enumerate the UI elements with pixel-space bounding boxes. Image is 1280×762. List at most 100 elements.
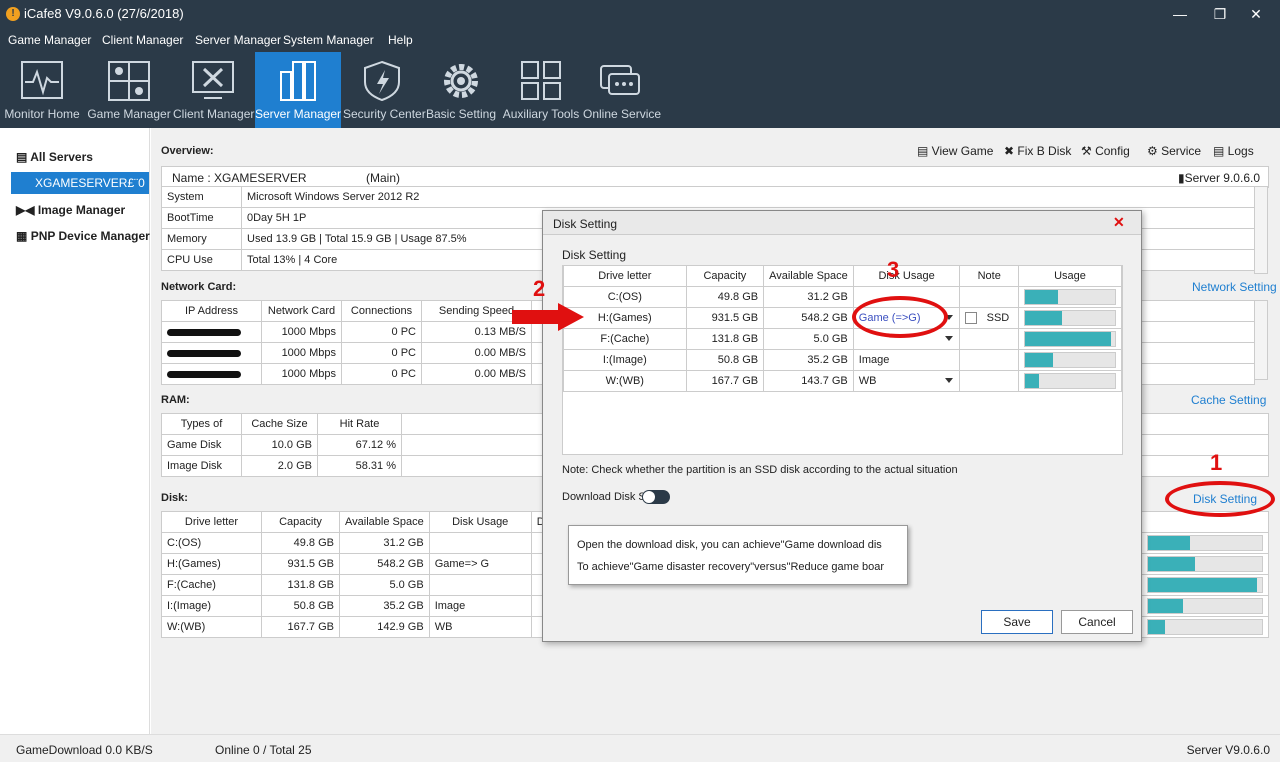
download-disk-toggle[interactable] (642, 490, 670, 504)
sidebar-item-pnp-manager[interactable]: ▦ PNP Device Manager (16, 229, 150, 243)
chevron-down-icon (945, 378, 954, 383)
usage-bar (1024, 331, 1116, 347)
ram-title: RAM: (161, 394, 190, 406)
service-button[interactable]: ⚙ Service (1147, 144, 1201, 158)
disk-usage-cell[interactable]: Image (852, 349, 961, 371)
usage-fill (1147, 620, 1165, 634)
usage-bar (1024, 310, 1116, 326)
network-scrollbar[interactable] (1254, 300, 1268, 380)
checkbox-icon (965, 312, 978, 325)
server-name-row: Name : XGAMESERVER (Main) ▮Server 9.0.6.… (161, 166, 1269, 188)
menu-help[interactable]: Help (388, 33, 413, 47)
tooltip-line: Open the download disk, you can achieve"… (577, 539, 882, 551)
annotation-arrow-icon (512, 303, 584, 331)
menu-system-manager[interactable]: System Manager (283, 33, 374, 47)
cancel-button[interactable]: Cancel (1061, 610, 1133, 634)
cache-setting-link[interactable]: Cache Setting (1191, 393, 1266, 407)
menu-bar: Game Manager Client Manager Server Manag… (0, 28, 1280, 52)
logs-button[interactable]: ▤ Logs (1213, 144, 1254, 158)
gear-icon (444, 64, 478, 98)
network-setting-link[interactable]: Network Setting (1192, 280, 1277, 294)
redacted-ip (167, 328, 241, 336)
fix-b-disk-button[interactable]: ✖ Fix B Disk (1004, 144, 1071, 158)
annotation-number-3: 3 (887, 257, 900, 282)
dialog-title: Disk Setting (553, 217, 618, 231)
view-game-button[interactable]: ▤ View Game (917, 144, 993, 158)
annotation-ellipse (852, 296, 948, 338)
toolbar-online-service[interactable]: Online Service (583, 52, 661, 128)
server-icon (280, 61, 316, 101)
overview-title: Overview: (161, 145, 214, 157)
usage-fill (1025, 290, 1059, 304)
server-version-status: Server V9.0.6.0 (1186, 743, 1270, 757)
toolbar-auxiliary-tools[interactable]: Auxiliary Tools (501, 52, 581, 128)
table-row: F:(Cache) 131.8 GB 5.0 GB (563, 328, 1122, 350)
window-title: iCafe8 V9.0.6.0 (27/6/2018) (24, 6, 184, 21)
image-manager-icon: ▶◀ (16, 203, 35, 217)
table-row: C:(OS) 49.8 GB 31.2 GB (563, 286, 1122, 308)
config-button[interactable]: ⚒ Config (1081, 144, 1130, 158)
chevron-down-icon (945, 336, 954, 341)
usage-bar (1024, 373, 1116, 389)
usage-fill (1025, 353, 1053, 367)
title-bar: ! iCafe8 V9.0.6.0 (27/6/2018) — ❐ ✕ (0, 0, 1280, 28)
usage-fill (1147, 557, 1195, 571)
sidebar-item-server-node[interactable]: XGAMESERVER£¨0 (11, 172, 149, 194)
status-bar: GameDownload 0.0 KB/S Online 0 / Total 2… (0, 734, 1280, 762)
online-count: Online 0 / Total 25 (215, 743, 312, 757)
toolbar-client-manager[interactable]: Client Manager (173, 52, 254, 128)
table-row: H:(Games) 931.5 GB 548.2 GB Game (=>G) SSD (563, 307, 1122, 329)
usage-bar (1146, 619, 1263, 635)
overview-scrollbar[interactable] (1254, 186, 1268, 274)
download-speed: GameDownload 0.0 KB/S (16, 743, 153, 757)
redacted-ip (167, 370, 241, 378)
sidebar: ▤ All Servers XGAMESERVER£¨0 ▶◀ Image Ma… (0, 128, 150, 734)
dialog-disk-table: Drive letter Capacity Available Space Di… (563, 265, 1122, 392)
usage-fill (1147, 599, 1184, 613)
toolbar-game-manager[interactable]: Game Manager (87, 52, 171, 128)
table-row: W:(WB) 167.7 GB 143.7 GB WB (563, 370, 1122, 392)
disk-usage-dropdown[interactable]: WB (852, 370, 961, 392)
toolbar-security-center[interactable]: Security Center (343, 52, 426, 128)
save-button[interactable]: Save (981, 610, 1053, 634)
dialog-title-bar: Disk Setting ✕ (543, 211, 1141, 235)
dialog-close-icon[interactable]: ✕ (1113, 214, 1125, 231)
tooltip-line: To achieve"Game disaster recovery"versus… (577, 561, 885, 573)
annotation-number-1: 1 (1210, 450, 1223, 475)
menu-game-manager[interactable]: Game Manager (8, 33, 91, 47)
redacted-ip (167, 349, 241, 357)
usage-bar (1146, 535, 1263, 551)
sidebar-item-all-servers[interactable]: ▤ All Servers (16, 150, 93, 164)
sidebar-item-image-manager[interactable]: ▶◀ Image Manager (16, 203, 125, 217)
annotation-ellipse (1165, 481, 1275, 517)
table-row: System Microsoft Windows Server 2012 R2 (161, 186, 1255, 208)
ssd-checkbox[interactable]: SSD (959, 307, 1019, 329)
network-title: Network Card: (161, 281, 237, 293)
shield-icon (364, 60, 400, 102)
usage-fill (1025, 374, 1039, 388)
pnp-device-icon: ▦ (16, 229, 28, 243)
download-disk-tooltip: Open the download disk, you can achieve"… (568, 525, 908, 585)
download-disk-label: Download Disk S (562, 491, 646, 503)
restore-button[interactable]: ❐ (1200, 2, 1240, 26)
ssd-note: Note: Check whether the partition is an … (562, 464, 958, 476)
close-button[interactable]: ✕ (1236, 2, 1276, 26)
menu-server-manager[interactable]: Server Manager (195, 33, 281, 47)
usage-fill (1025, 332, 1112, 346)
toggle-knob (643, 491, 655, 503)
usage-fill (1147, 536, 1190, 550)
disk-title: Disk: (161, 492, 188, 504)
toolbar-server-manager[interactable]: Server Manager (255, 52, 341, 128)
menu-client-manager[interactable]: Client Manager (102, 33, 183, 47)
client-icon (192, 61, 234, 99)
game-icon (108, 61, 150, 101)
toolbar-basic-setting[interactable]: Basic Setting (423, 52, 499, 128)
minimize-button[interactable]: — (1160, 2, 1200, 26)
usage-bar (1146, 577, 1263, 593)
chat-icon (600, 65, 640, 95)
annotation-number-2: 2 (533, 276, 546, 301)
app-logo-icon: ! (6, 7, 20, 21)
usage-bar (1146, 598, 1263, 614)
usage-fill (1147, 578, 1258, 592)
toolbar-monitor-home[interactable]: Monitor Home (0, 52, 84, 128)
